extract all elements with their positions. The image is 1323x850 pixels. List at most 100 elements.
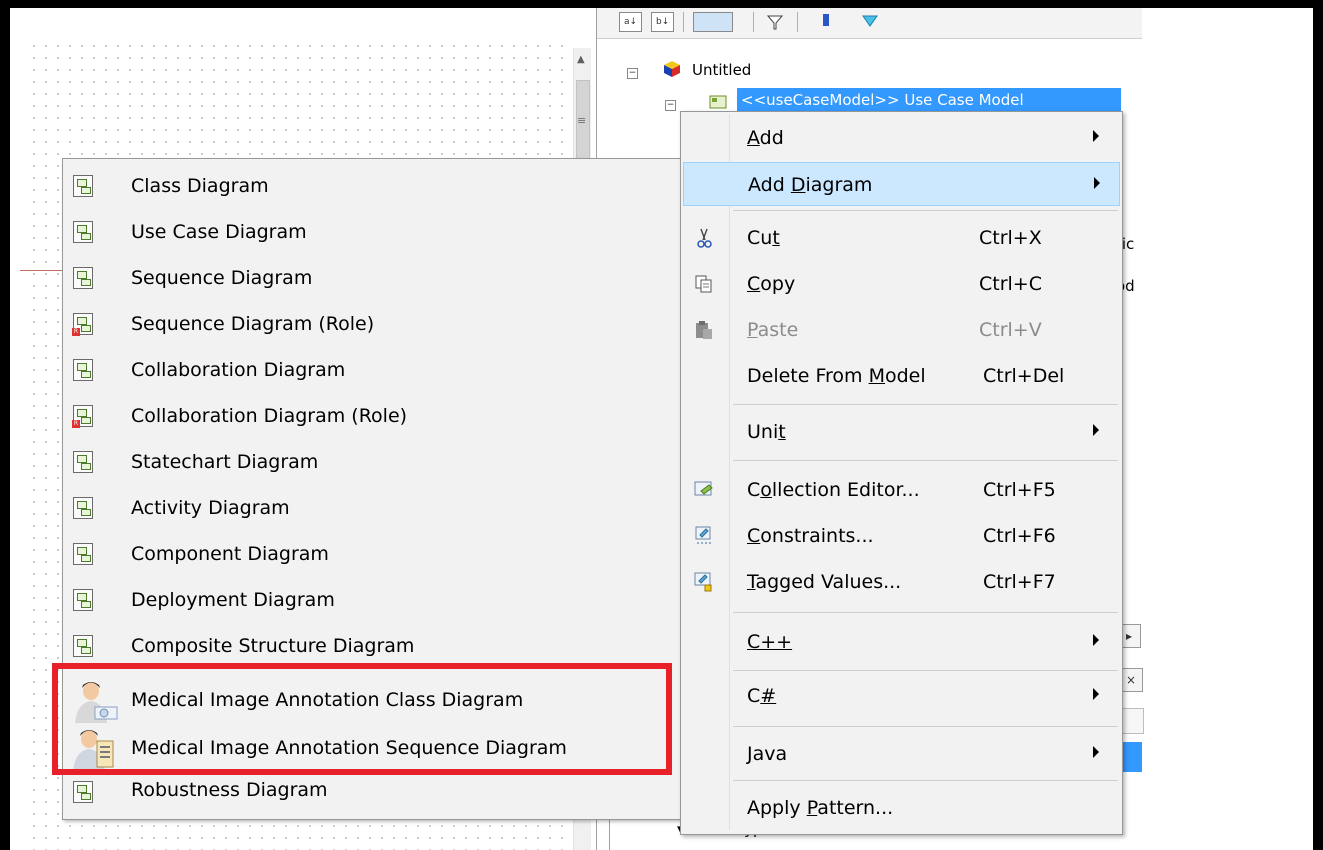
menu-item-label: Add Diagram [748,174,873,196]
menu-item-add[interactable]: Add [683,116,1120,160]
explorer-toolbar: a↓ b↓ [597,8,1142,39]
menu-item-collection-editor[interactable]: Collection Editor... Ctrl+F5 [683,468,1120,512]
submenu-arrow-icon [1093,634,1099,646]
menu-item-collaboration-diagram-role[interactable]: R Collaboration Diagram (Role) [63,395,680,439]
sort-by-kind-button[interactable]: b↓ [651,12,675,32]
submenu-arrow-icon [1093,746,1099,758]
copy-icon [695,275,712,293]
menu-item-component-diagram[interactable]: Component Diagram [63,533,680,577]
application-window: ▲ ≡ a↓ b↓ − Untitled − <<useCaseModel>> … [10,8,1313,850]
sequence-diagram-icon [73,267,93,289]
menu-item-label: Composite Structure Diagram [131,635,415,657]
class-diagram-icon [73,175,93,197]
menu-item-delete-from-model[interactable]: Delete From Model Ctrl+Del [683,354,1120,398]
shortcut-label: Ctrl+F7 [983,571,1056,593]
diamond-icon[interactable] [861,12,879,28]
submenu-arrow-icon [1093,130,1099,142]
shortcut-label: Ctrl+X [979,227,1042,249]
view-options-button[interactable] [693,12,733,32]
menu-item-label: C++ [747,631,793,653]
menu-item-deployment-diagram[interactable]: Deployment Diagram [63,579,680,623]
collaboration-diagram-role-icon: R [72,405,93,428]
submenu-arrow-icon [1093,688,1099,700]
property-row-selected-edge [1121,742,1142,772]
collection-editor-icon [694,481,713,496]
property-field-edge [1121,708,1144,734]
shortcut-label: Ctrl+Del [983,365,1065,387]
menu-separator [733,670,1118,671]
shortcut-label: Ctrl+C [979,273,1042,295]
tagged-values-icon [694,572,712,592]
activity-diagram-icon [73,497,93,519]
menu-item-class-diagram[interactable]: Class Diagram [63,165,680,209]
collapse-model-icon[interactable]: − [665,100,676,111]
menu-separator [733,780,1118,781]
menu-item-label: Sequence Diagram [131,267,313,289]
menu-separator [733,726,1118,727]
toolbar-separator [683,12,684,32]
shortcut-label: Ctrl+F6 [983,525,1056,547]
shortcut-label: Ctrl+V [979,319,1042,341]
menu-item-collaboration-diagram[interactable]: Collaboration Diagram [63,349,680,393]
menu-item-constraints[interactable]: Constraints... Ctrl+F6 [683,514,1120,558]
scroll-grip-icon: ≡ [577,114,587,127]
menu-item-label: C# [747,685,777,707]
menu-item-java[interactable]: Java [683,732,1120,776]
tree-node-use-case-model[interactable]: <<useCaseModel>> Use Case Model [737,88,1121,112]
menu-item-label: Component Diagram [131,543,329,565]
element-icon[interactable] [823,14,829,26]
use-case-diagram-icon [73,221,93,243]
menu-item-label: Activity Diagram [131,497,290,519]
shortcut-label: Ctrl+F5 [983,479,1056,501]
menu-item-label: Constraints... [747,525,874,547]
menu-item-use-case-diagram[interactable]: Use Case Diagram [63,211,680,255]
menu-item-apply-pattern[interactable]: Apply Pattern... [683,786,1120,830]
menu-item-statechart-diagram[interactable]: Statechart Diagram [63,441,680,485]
menu-item-label: Deployment Diagram [131,589,335,611]
scissors-icon [697,228,712,248]
menu-item-sequence-diagram-role[interactable]: R Sequence Diagram (Role) [63,303,680,347]
menu-item-csharp[interactable]: C# [683,674,1120,718]
menu-item-label: Class Diagram [131,175,269,197]
menu-item-label: Robustness Diagram [131,779,328,801]
menu-separator [733,612,1118,613]
menu-item-label: Statechart Diagram [131,451,319,473]
constraints-icon [695,526,711,544]
menu-item-activity-diagram[interactable]: Activity Diagram [63,487,680,531]
toolbar-separator [797,12,798,32]
menu-item-label: Apply Pattern... [747,797,894,819]
menu-item-robustness-diagram[interactable]: Robustness Diagram [63,773,680,817]
menu-item-label: Collaboration Diagram (Role) [131,405,408,427]
menu-item-tagged-values[interactable]: Tagged Values... Ctrl+F7 [683,560,1120,604]
collapse-root-icon[interactable]: − [627,68,638,79]
menu-item-add-diagram[interactable]: Add Diagram [683,162,1120,206]
scroll-up-arrow-icon[interactable]: ▲ [577,54,585,65]
menu-item-sequence-diagram[interactable]: Sequence Diagram [63,257,680,301]
menu-item-label: Sequence Diagram (Role) [131,313,375,335]
sequence-diagram-role-icon: R [72,313,93,336]
menu-item-label: Add [747,127,784,149]
menu-item-label: Cut [747,227,780,249]
menu-item-paste[interactable]: Paste Ctrl+V [683,308,1120,352]
toolbar-separator [753,12,754,32]
menu-item-label: Collection Editor... [747,479,920,501]
sort-by-name-button[interactable]: a↓ [619,12,643,32]
statechart-diagram-icon [73,451,93,473]
highlight-box-annotation [52,663,672,775]
menu-item-label: Use Case Diagram [131,221,307,243]
use-case-model-icon [709,95,727,109]
submenu-arrow-icon [1093,424,1099,436]
robustness-diagram-icon [73,781,93,803]
menu-item-label: Unit [747,421,786,443]
filter-icon[interactable] [767,14,783,30]
menu-item-copy[interactable]: Copy Ctrl+C [683,262,1120,306]
submenu-arrow-icon [1094,177,1100,189]
menu-item-cut[interactable]: Cut Ctrl+X [683,216,1120,260]
tree-node-root[interactable]: Untitled [692,58,751,82]
context-menu: Add Add Diagram Cut Ctrl+X Copy Ctrl+C P… [680,111,1123,835]
menu-item-cpp[interactable]: C++ [683,620,1120,664]
menu-item-label: Copy [747,273,796,295]
menu-item-label: Collaboration Diagram [131,359,346,381]
menu-separator [733,404,1118,405]
menu-item-unit[interactable]: Unit [683,410,1120,454]
